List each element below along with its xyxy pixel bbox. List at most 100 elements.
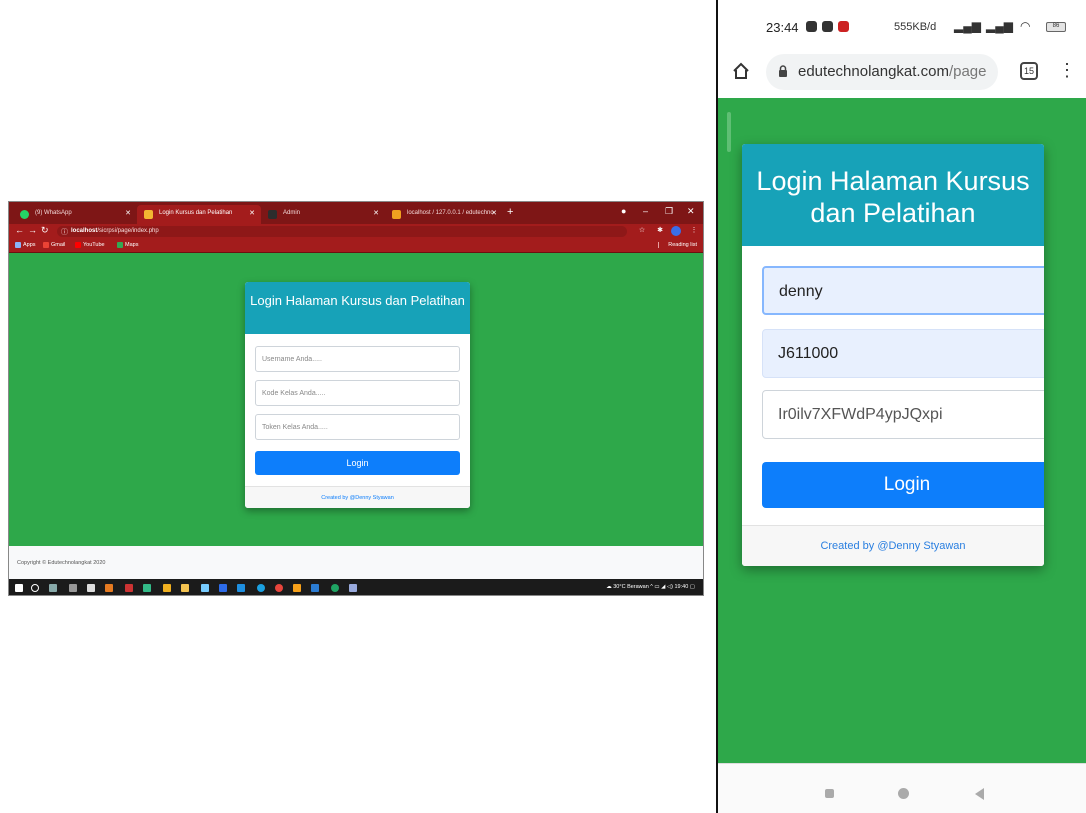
bookmark-maps[interactable]: Maps [117, 242, 138, 248]
token-kelas-input[interactable]: Ir0ilv7XFWdP4ypJQxpi [762, 390, 1044, 439]
taskbar-app-icon[interactable] [237, 584, 245, 592]
login-card: Login Halaman Kursus dan Pelatihan denny… [742, 144, 1044, 566]
close-tab-icon[interactable]: ✕ [491, 209, 497, 217]
signal-icon: ▂▄▆ [954, 19, 981, 33]
taskbar-app-icon[interactable] [69, 584, 77, 592]
network-speed: 555KB/d [894, 21, 937, 33]
login-button[interactable]: Login [762, 462, 1044, 508]
close-window-icon[interactable]: ✕ [687, 206, 695, 217]
chrome-icon[interactable] [275, 584, 283, 592]
admin-icon [268, 210, 277, 219]
login-card-footer: Created by @Denny Styawan [245, 486, 470, 508]
close-tab-icon[interactable]: ✕ [125, 209, 131, 217]
signal-icon: ▂▄▆ [986, 19, 1013, 33]
login-title: Login Halaman Kursus dan Pelatihan [245, 282, 470, 334]
bookmark-apps[interactable]: Apps [15, 242, 36, 248]
weather-icon: ☁ [606, 584, 612, 590]
bookmark-gmail[interactable]: Gmail [43, 242, 65, 248]
back-icon[interactable] [975, 788, 984, 800]
address-bar-row: ← → ↻ ⓘ localhost/sicrpsi/page/index.php… [9, 224, 703, 239]
taskbar-app-icon[interactable] [143, 584, 151, 592]
status-time: 23:44 [766, 20, 799, 35]
phone-screenshot: 23:44 555KB/d ▂▄▆ ▂▄▆ ◠ 86 edutechnolang… [716, 0, 1086, 813]
phpmyadmin-icon [392, 210, 401, 219]
wifi-icon: ◠ [1020, 19, 1031, 33]
profile-icon[interactable]: ● [621, 206, 626, 216]
notification-icon [838, 21, 849, 32]
tab-whatsapp[interactable]: (9) WhatsApp ✕ [13, 205, 137, 224]
whatsapp-icon [20, 210, 29, 219]
back-icon[interactable]: ← [15, 225, 24, 235]
task-view-icon[interactable] [49, 584, 57, 592]
file-explorer-icon[interactable] [181, 584, 189, 592]
extensions-icon[interactable]: ✱ [655, 226, 665, 236]
gmail-icon [43, 242, 49, 248]
restore-icon[interactable]: ❐ [665, 206, 673, 217]
taskbar-app-icon[interactable] [331, 584, 339, 592]
reading-list-button[interactable]: Reading list [658, 242, 697, 248]
login-card-footer: Created by @Denny Styawan [742, 525, 1044, 566]
android-nav-bar [718, 763, 1086, 813]
scrollbar[interactable] [727, 112, 731, 152]
star-icon[interactable]: ☆ [637, 226, 647, 236]
username-input[interactable]: Username Anda..... [255, 346, 460, 372]
bookmarks-bar: Apps Gmail YouTube Maps Reading list [9, 239, 703, 253]
token-kelas-input[interactable]: Token Kelas Anda..... [255, 414, 460, 440]
login-card: Login Halaman Kursus dan Pelatihan Usern… [245, 282, 470, 508]
reload-icon[interactable]: ↻ [41, 225, 49, 236]
kode-kelas-input[interactable]: Kode Kelas Anda..... [255, 380, 460, 406]
new-tab-button[interactable]: + [507, 206, 513, 218]
taskbar-app-icon[interactable] [125, 584, 133, 592]
tab-phpmyadmin[interactable]: localhost / 127.0.0.1 / edutechno ✕ [385, 205, 503, 224]
username-input[interactable]: denny [762, 266, 1044, 315]
home-nav-icon[interactable] [898, 788, 909, 799]
maps-icon [117, 242, 123, 248]
tab-login-kursus[interactable]: Login Kursus dan Pelatihan ✕ [137, 205, 261, 224]
taskbar-app-icon[interactable] [163, 584, 171, 592]
kebab-menu-icon[interactable]: ⋮ [689, 226, 699, 236]
windows-taskbar: ☁ 30°C Berawan ^ ▭ ◢ ◁) 19:40 ▢ [9, 579, 703, 595]
taskbar-app-icon[interactable] [311, 584, 319, 592]
info-icon: ⓘ [61, 229, 68, 236]
start-icon[interactable] [15, 584, 23, 592]
notification-icon: ▢ [689, 584, 695, 590]
taskbar-app-icon[interactable] [201, 584, 209, 592]
avatar-icon[interactable] [671, 226, 681, 236]
edge-icon[interactable] [257, 584, 265, 592]
kode-kelas-input[interactable]: J611000 [762, 329, 1044, 378]
notification-icon [822, 21, 833, 32]
minimize-icon[interactable]: – [643, 206, 648, 216]
system-tray[interactable]: ☁ 30°C Berawan ^ ▭ ◢ ◁) 19:40 ▢ [606, 584, 695, 590]
kebab-menu-icon[interactable]: ⋮ [1058, 60, 1076, 81]
page-icon [144, 210, 153, 219]
notification-icon [806, 21, 817, 32]
taskbar-app-icon[interactable] [349, 584, 357, 592]
taskbar-app-icon[interactable] [293, 584, 301, 592]
close-tab-icon[interactable]: ✕ [249, 209, 255, 217]
taskbar-app-icon[interactable] [219, 584, 227, 592]
lock-icon [779, 65, 787, 77]
login-button[interactable]: Login [255, 451, 460, 475]
taskbar-app-icon[interactable] [105, 584, 113, 592]
close-tab-icon[interactable]: ✕ [373, 209, 379, 217]
apps-icon [15, 242, 21, 248]
url-field[interactable]: edutechnolangkat.com/page [766, 54, 998, 90]
home-icon[interactable] [732, 62, 750, 80]
tab-switcher-button[interactable]: 15 [1020, 62, 1038, 80]
forward-icon[interactable]: → [28, 225, 37, 235]
bookmark-youtube[interactable]: YouTube [75, 242, 105, 248]
desktop-screenshot: (9) WhatsApp ✕ Login Kursus dan Pelatiha… [8, 201, 704, 596]
status-bar: 23:44 555KB/d ▂▄▆ ▂▄▆ ◠ 86 [718, 0, 1086, 44]
copyright-footer: Copyright © Edutechnolangkat 2020 [9, 546, 703, 579]
battery-icon: 86 [1046, 22, 1066, 32]
page-background: Login Halaman Kursus dan Pelatihan denny… [718, 98, 1086, 763]
tab-admin[interactable]: Admin ✕ [261, 205, 385, 224]
store-icon[interactable] [87, 584, 95, 592]
recents-icon[interactable] [825, 789, 834, 798]
search-icon[interactable] [31, 584, 39, 592]
mobile-browser-bar: edutechnolangkat.com/page 15 ⋮ [718, 48, 1086, 98]
login-title: Login Halaman Kursus dan Pelatihan [742, 144, 1044, 246]
url-field[interactable]: ⓘ localhost/sicrpsi/page/index.php [57, 226, 627, 237]
youtube-icon [75, 242, 81, 248]
browser-tab-bar: (9) WhatsApp ✕ Login Kursus dan Pelatiha… [9, 202, 703, 224]
